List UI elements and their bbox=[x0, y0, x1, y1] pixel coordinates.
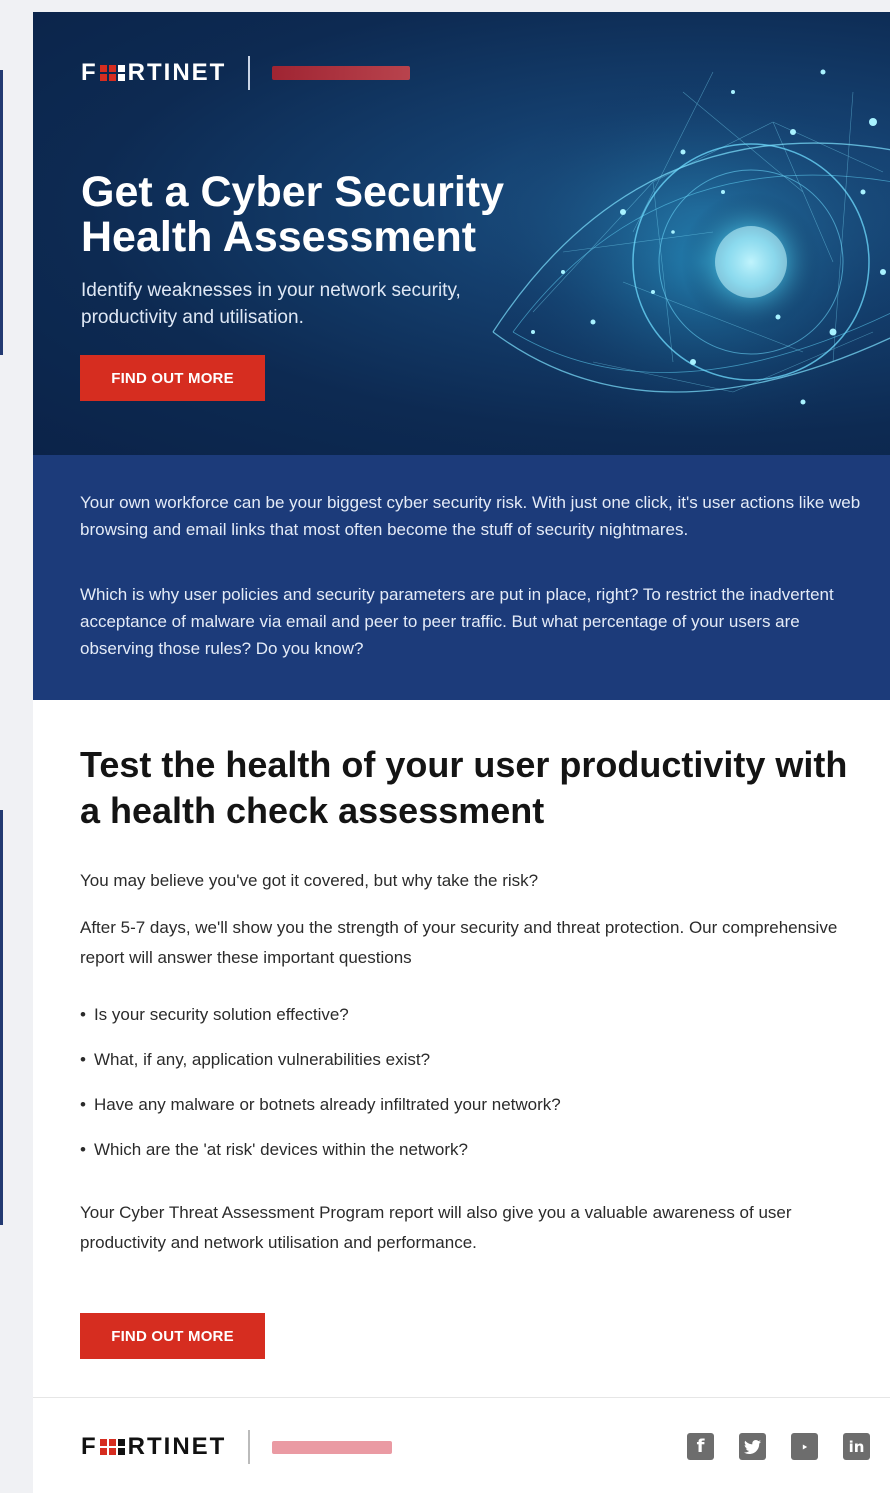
facebook-icon[interactable]: f bbox=[687, 1433, 714, 1460]
body-paragraph: Your Cyber Threat Assessment Program rep… bbox=[80, 1203, 792, 1252]
social-links: f in bbox=[687, 1433, 870, 1460]
logo-text-right: RTINET bbox=[127, 59, 227, 86]
find-out-more-button[interactable]: FIND OUT MORE bbox=[80, 355, 265, 401]
intro-paragraph: Which is why user policies and security … bbox=[80, 585, 834, 658]
hero-title: Get a Cyber Security Health Assessment bbox=[81, 168, 505, 261]
list-item: Is your security solution effective? bbox=[80, 1000, 561, 1045]
logo-tagline-graphic bbox=[272, 66, 411, 80]
linkedin-icon[interactable]: in bbox=[843, 1433, 870, 1460]
background-page-edge bbox=[0, 810, 3, 1225]
logo-divider bbox=[248, 1430, 251, 1464]
list-item: Have any malware or botnets already infi… bbox=[80, 1090, 561, 1135]
header-logo-row: F RTINET bbox=[81, 56, 411, 90]
background-page-edge bbox=[0, 70, 3, 355]
intro-paragraph: Your own workforce can be your biggest c… bbox=[80, 493, 861, 539]
hero-subtitle: Identify weaknesses in your network secu… bbox=[81, 280, 461, 328]
fortinet-logo[interactable]: F RTINET bbox=[81, 1433, 226, 1461]
logo-text-left: F bbox=[81, 1433, 98, 1460]
twitter-icon[interactable] bbox=[739, 1433, 766, 1460]
logo-divider bbox=[248, 56, 251, 90]
logo-tagline-graphic bbox=[272, 1440, 393, 1454]
find-out-more-button[interactable]: FIND OUT MORE bbox=[80, 1313, 265, 1359]
fortinet-logo[interactable]: F RTINET bbox=[81, 59, 226, 87]
body-paragraph: After 5-7 days, we'll show you the stren… bbox=[80, 918, 838, 967]
logo-text-left: F bbox=[81, 59, 98, 86]
footer-logo-row: F RTINET bbox=[81, 1430, 393, 1464]
fortinet-logo-mark-icon bbox=[99, 1439, 125, 1455]
list-item: Which are the 'at risk' devices within t… bbox=[80, 1135, 561, 1180]
footer-divider bbox=[33, 1397, 890, 1398]
logo-text-right: RTINET bbox=[127, 1433, 227, 1460]
fortinet-logo-mark-icon bbox=[99, 65, 125, 81]
youtube-icon[interactable] bbox=[791, 1433, 818, 1460]
section-title: Test the health of your user productivit… bbox=[80, 744, 848, 831]
question-list: Is your security solution effective? Wha… bbox=[80, 1000, 561, 1180]
body-paragraph: You may believe you've got it covered, b… bbox=[80, 871, 539, 890]
intro-section: Your own workforce can be your biggest c… bbox=[33, 455, 890, 700]
list-item: What, if any, application vulnerabilitie… bbox=[80, 1045, 561, 1090]
email-body: F RTINET Get a Cyber Security Health Ass… bbox=[33, 12, 890, 1493]
hero-banner: F RTINET Get a Cyber Security Health Ass… bbox=[33, 12, 890, 455]
